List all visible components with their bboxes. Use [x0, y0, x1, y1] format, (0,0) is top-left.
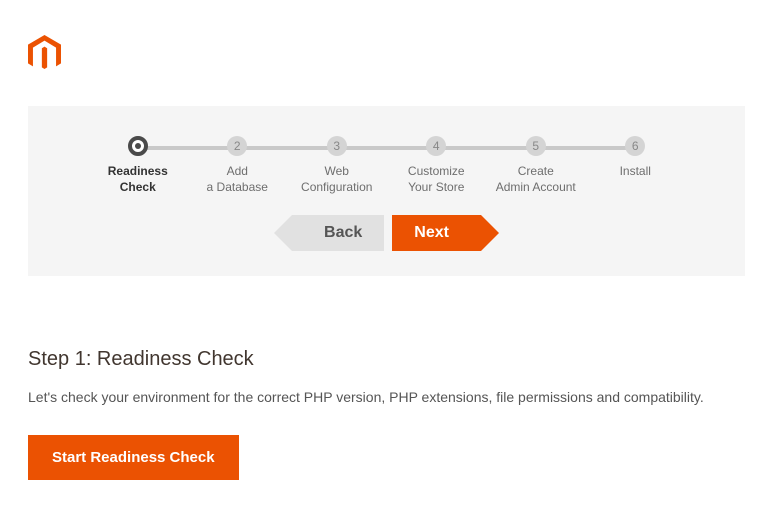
step-create-admin[interactable]: 5 Create Admin Account	[486, 136, 586, 195]
step-web-configuration[interactable]: 3 Web Configuration	[287, 136, 387, 195]
magento-logo	[0, 0, 773, 78]
step-circle: 6	[625, 136, 645, 156]
step-label: Customize Your Store	[387, 164, 487, 195]
step-install[interactable]: 6 Install	[586, 136, 686, 195]
step-circle: 3	[327, 136, 347, 156]
back-button[interactable]: Back	[292, 215, 384, 251]
step-add-database[interactable]: 2 Add a Database	[188, 136, 288, 195]
wizard-steps-panel: Readiness Check 2 Add a Database 3 Web C…	[28, 106, 745, 276]
step-readiness-check[interactable]: Readiness Check	[88, 136, 188, 195]
step-circle: 2	[227, 136, 247, 156]
next-button[interactable]: Next	[392, 215, 481, 251]
step-label: Readiness Check	[88, 164, 188, 195]
start-readiness-check-button[interactable]: Start Readiness Check	[28, 435, 239, 480]
step-label: Add a Database	[188, 164, 288, 195]
step-customize-store[interactable]: 4 Customize Your Store	[387, 136, 487, 195]
step-circle: 4	[426, 136, 446, 156]
step-content: Step 1: Readiness Check Let's check your…	[0, 348, 773, 480]
step-label: Web Configuration	[287, 164, 387, 195]
wizard-nav-buttons: Back Next	[28, 215, 745, 251]
step-label: Create Admin Account	[486, 164, 586, 195]
page-description: Let's check your environment for the cor…	[28, 389, 745, 405]
steps-container: Readiness Check 2 Add a Database 3 Web C…	[28, 136, 745, 195]
page-title: Step 1: Readiness Check	[28, 348, 745, 371]
magento-logo-icon	[28, 35, 61, 73]
step-circle: 5	[526, 136, 546, 156]
step-circle	[128, 136, 148, 156]
step-label: Install	[586, 164, 686, 180]
